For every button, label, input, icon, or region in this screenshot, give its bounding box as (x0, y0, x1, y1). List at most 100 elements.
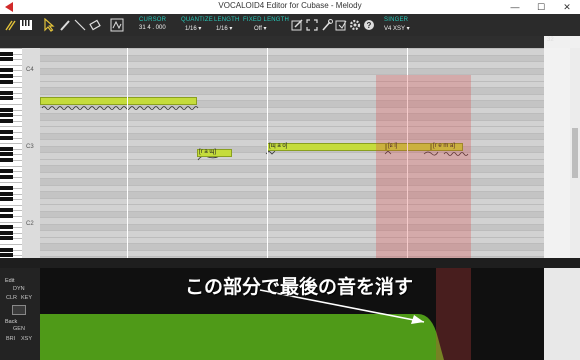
close-button[interactable]: ✕ (554, 0, 580, 14)
main-toolbar: CURSOR 31 4 . 000 QUANTIZE 1/16 ▾ LENGTH… (0, 14, 580, 36)
black-key[interactable] (0, 152, 13, 157)
white-key[interactable] (0, 165, 22, 167)
white-key[interactable] (0, 221, 22, 223)
black-key[interactable] (0, 253, 13, 258)
white-key[interactable] (0, 143, 22, 145)
note[interactable]: [ɰ a o] (267, 143, 386, 151)
length-select[interactable]: 1/16 ▾ (216, 25, 232, 32)
eraser-tool-icon[interactable] (88, 18, 102, 32)
black-key[interactable] (0, 186, 13, 190)
black-key[interactable] (0, 247, 13, 252)
black-key[interactable] (0, 113, 13, 118)
black-key[interactable] (0, 96, 13, 101)
note-lyric: [ɾ a ɰ] (199, 149, 217, 155)
piano-keyboard[interactable] (0, 48, 22, 258)
quantize-select[interactable]: 1/16 ▾ (185, 25, 201, 32)
bar-line (267, 48, 268, 258)
octave-label: C3 (26, 144, 34, 150)
key-button[interactable]: KEY (21, 295, 32, 301)
black-key[interactable] (0, 236, 13, 241)
quantize-label: QUANTIZE (181, 17, 213, 23)
singer-select[interactable]: V4 XSY ▾ (384, 25, 410, 32)
octave-label-column: C4 C3 C2 (22, 48, 40, 258)
octave-label: C2 (26, 221, 34, 227)
black-key[interactable] (0, 79, 13, 84)
white-key[interactable] (0, 87, 22, 89)
tools-icon[interactable] (320, 18, 334, 32)
white-key[interactable] (0, 126, 22, 128)
vertical-scrollbar[interactable] (570, 48, 580, 258)
note-lyric: [ɰ a o] (269, 143, 288, 149)
edit-param-select[interactable]: DYN (13, 286, 25, 292)
highlight-region (376, 75, 471, 258)
black-key[interactable] (0, 135, 13, 140)
white-key[interactable] (0, 48, 22, 49)
black-key[interactable] (0, 208, 13, 213)
help-icon[interactable]: ? (362, 18, 376, 32)
toggle-button[interactable] (12, 305, 26, 315)
bar-ruler[interactable] (40, 36, 544, 48)
svg-text:?: ? (367, 21, 372, 30)
white-key[interactable] (0, 204, 22, 206)
white-key[interactable] (0, 244, 22, 245)
bri-button[interactable]: BRI (6, 336, 15, 342)
maximize-button[interactable]: ☐ (528, 0, 554, 14)
singer-label: SINGER (384, 17, 409, 23)
black-key[interactable] (0, 158, 13, 162)
track-icon[interactable] (4, 18, 18, 32)
ruler-corner (0, 36, 40, 48)
minimize-button[interactable]: — (502, 0, 528, 14)
black-key[interactable] (0, 191, 13, 196)
pencil-tool-icon[interactable] (58, 18, 72, 32)
black-key[interactable] (0, 225, 13, 230)
white-key[interactable] (0, 64, 22, 66)
settings-gear-icon[interactable] (348, 18, 362, 32)
black-key[interactable] (0, 107, 13, 112)
property-edit-icon[interactable] (334, 18, 348, 32)
scrollbar-thumb[interactable] (572, 128, 578, 178)
fixed-length-label: FIXED LENGTH (243, 17, 290, 23)
note[interactable]: [ɾ a ɰ] (197, 149, 232, 157)
clear-button[interactable]: CLR (6, 295, 17, 301)
black-key[interactable] (0, 68, 13, 73)
zoom-fit-icon[interactable] (305, 18, 319, 32)
black-key[interactable] (0, 51, 13, 56)
xsy-button[interactable]: XSY (21, 336, 32, 342)
bar-line (127, 48, 128, 258)
window-title: VOCALOID4 Editor for Cubase - Melody (218, 1, 362, 10)
arrow-tool-icon[interactable] (42, 17, 56, 32)
white-key[interactable] (0, 104, 22, 105)
edit-note-icon[interactable] (290, 18, 304, 32)
black-key[interactable] (0, 197, 13, 202)
octave-label: C4 (26, 67, 34, 73)
back-label: Back (5, 319, 18, 325)
black-key[interactable] (0, 74, 13, 78)
black-key[interactable] (0, 230, 13, 235)
cursor-value: 31 4 . 000 (139, 25, 166, 31)
annotation-caption: この部分で最後の音を消す (185, 277, 414, 298)
back-param-select[interactable]: GEN (13, 326, 25, 332)
zoom-strip (544, 48, 570, 258)
black-key[interactable] (0, 90, 13, 95)
length-label: LENGTH (214, 17, 240, 23)
fixed-length-select[interactable]: Off ▾ (254, 25, 267, 32)
black-key[interactable] (0, 174, 13, 179)
black-key[interactable] (0, 118, 13, 123)
line-tool-icon[interactable] (73, 18, 87, 32)
cursor-label: CURSOR (139, 17, 167, 23)
black-key[interactable] (0, 130, 13, 134)
white-key[interactable] (0, 182, 22, 184)
black-key[interactable] (0, 169, 13, 174)
piano-roll-grid[interactable]: [ɾ a ɰ] [ɰ a o] [ɕ i] [ɾ e m a] (40, 48, 544, 258)
black-key[interactable] (0, 214, 13, 218)
vibrato-tool-icon[interactable] (110, 18, 124, 32)
pane-splitter[interactable] (0, 258, 580, 268)
edit-label: Edit (5, 278, 15, 284)
note[interactable] (40, 97, 197, 105)
piano-keys-icon[interactable] (19, 18, 33, 32)
control-side-strip (544, 268, 580, 360)
bar-number: 32 (547, 37, 554, 43)
black-key[interactable] (0, 57, 13, 62)
control-track-panel: Edit DYN CLR KEY Back GEN BRI XSY (0, 268, 40, 360)
black-key[interactable] (0, 146, 13, 151)
